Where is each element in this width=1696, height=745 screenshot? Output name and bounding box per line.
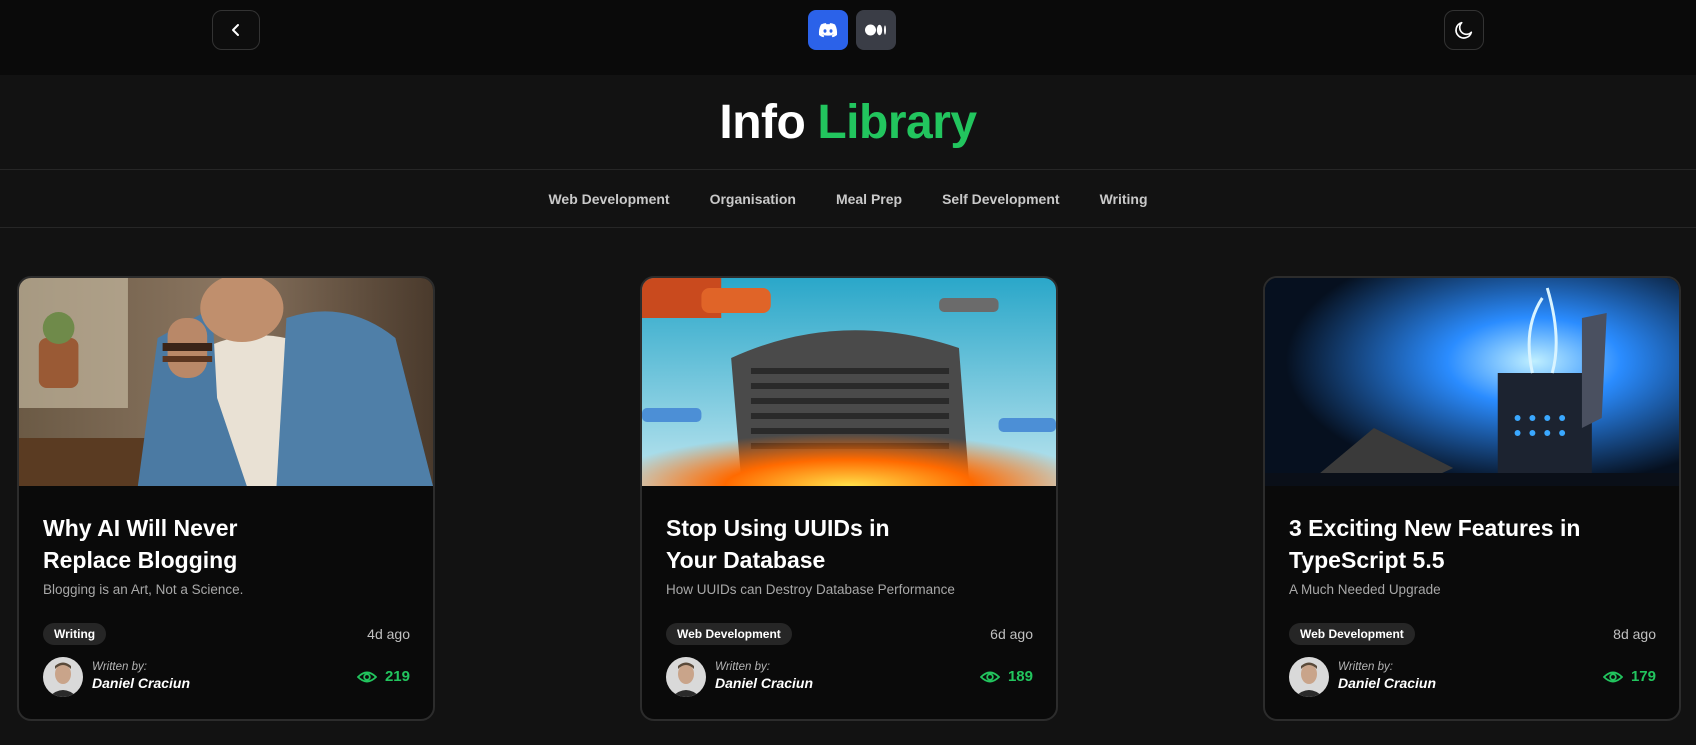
post-date: 4d ago — [367, 626, 410, 642]
back-button[interactable] — [212, 10, 260, 50]
post-subtitle: A Much Needed Upgrade — [1289, 582, 1441, 597]
site-title: Info Library — [0, 75, 1696, 170]
nav-item-meal-prep[interactable]: Meal Prep — [836, 191, 902, 207]
post-subtitle: Blogging is an Art, Not a Science. — [43, 582, 244, 597]
post-card[interactable]: Stop Using UUIDs in Your Database How UUI… — [640, 276, 1058, 721]
post-card[interactable]: Why AI Will Never Replace Blogging Bloggi… — [17, 276, 435, 721]
category-badge[interactable]: Web Development — [666, 623, 792, 645]
author-avatar — [666, 657, 706, 697]
post-date: 6d ago — [990, 626, 1033, 642]
view-count-value: 189 — [1007, 668, 1033, 685]
post-thumbnail — [642, 278, 1056, 486]
written-by-label: Written by: — [92, 661, 147, 673]
eye-icon — [979, 671, 1000, 682]
post-title[interactable]: Why AI Will Never Replace Blogging — [43, 512, 343, 576]
view-count-value: 179 — [1630, 668, 1656, 685]
post-date: 8d ago — [1613, 626, 1656, 642]
category-badge[interactable]: Web Development — [1289, 623, 1415, 645]
author-byline: Written by: Daniel Craciun — [92, 661, 190, 691]
written-by-label: Written by: — [715, 661, 770, 673]
site-title-part2: Library — [817, 95, 977, 149]
author-name[interactable]: Daniel Craciun — [92, 675, 190, 691]
medium-button[interactable] — [856, 10, 896, 50]
eye-icon — [356, 671, 377, 682]
nav-item-web-development[interactable]: Web Development — [548, 191, 669, 207]
author-avatar — [1289, 657, 1329, 697]
post-card[interactable]: 3 Exciting New Features in TypeScript 5.5… — [1263, 276, 1681, 721]
written-by-label: Written by: — [1338, 661, 1393, 673]
chevron-left-icon — [232, 24, 239, 36]
category-nav: Web Development Organisation Meal Prep S… — [0, 171, 1696, 228]
eye-icon — [1602, 671, 1623, 682]
nav-item-self-development[interactable]: Self Development — [942, 191, 1059, 207]
theme-toggle-button[interactable] — [1444, 10, 1484, 50]
author-name[interactable]: Daniel Craciun — [715, 675, 813, 691]
post-thumbnail — [1265, 278, 1679, 486]
post-subtitle: How UUIDs can Destroy Database Performan… — [666, 582, 955, 597]
view-count-value: 219 — [384, 668, 410, 685]
author-avatar — [43, 657, 83, 697]
discord-icon — [818, 23, 838, 38]
post-title[interactable]: 3 Exciting New Features in TypeScript 5.5 — [1289, 512, 1619, 576]
discord-button[interactable] — [808, 10, 848, 50]
view-count: 219 — [356, 668, 410, 685]
post-thumbnail — [19, 278, 433, 486]
top-bar — [0, 0, 1696, 75]
author-byline: Written by: Daniel Craciun — [715, 661, 813, 691]
site-title-part1: Info — [719, 95, 806, 149]
author-name[interactable]: Daniel Craciun — [1338, 675, 1436, 691]
category-badge[interactable]: Writing — [43, 623, 107, 645]
nav-item-writing[interactable]: Writing — [1100, 191, 1148, 207]
view-count: 179 — [1602, 668, 1656, 685]
medium-icon — [865, 24, 886, 36]
nav-item-organisation[interactable]: Organisation — [710, 191, 796, 207]
author-byline: Written by: Daniel Craciun — [1338, 661, 1436, 691]
post-title[interactable]: Stop Using UUIDs in Your Database — [666, 512, 966, 576]
moon-icon — [1455, 21, 1473, 39]
view-count: 189 — [979, 668, 1033, 685]
